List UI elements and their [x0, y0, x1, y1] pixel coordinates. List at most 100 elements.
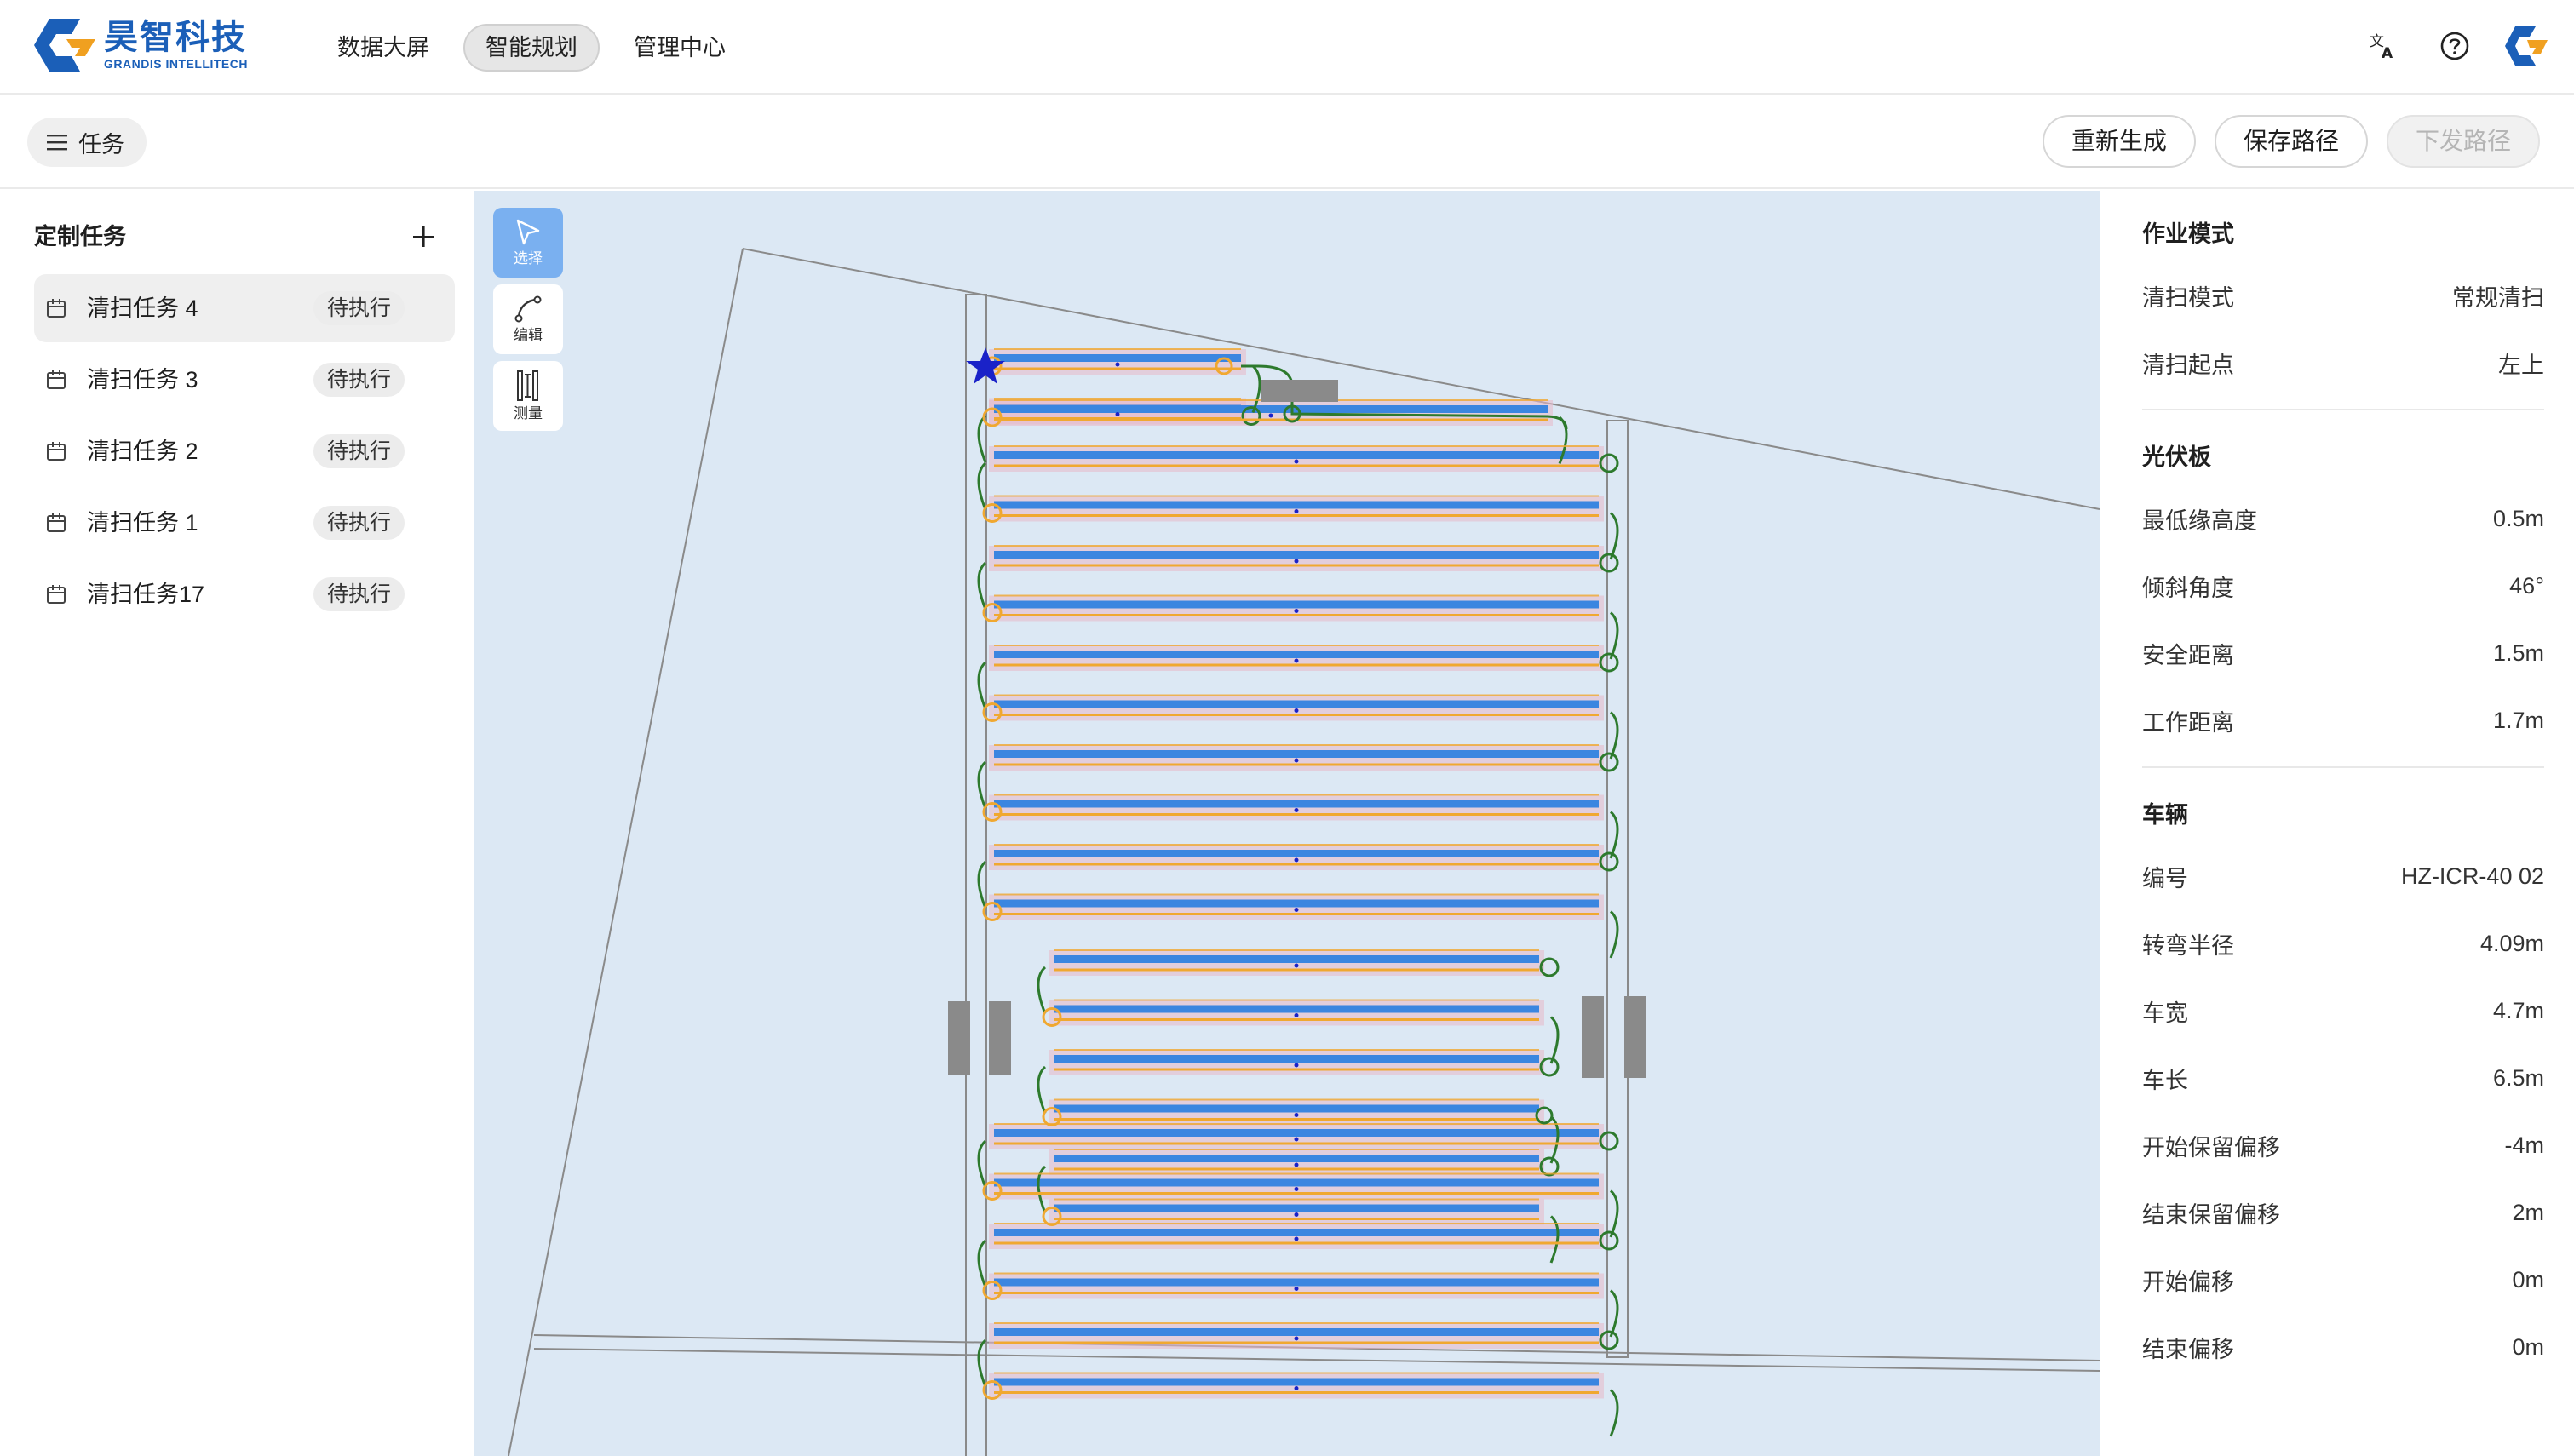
task-item[interactable]: 清扫任务17 待执行 [34, 560, 455, 628]
calendar-icon [47, 585, 66, 604]
cursor-icon [516, 219, 540, 245]
turn-arc [1609, 1189, 1619, 1238]
task-item[interactable]: 清扫任务 2 待执行 [34, 417, 455, 485]
task-item[interactable]: 清扫任务 4 待执行 [34, 274, 455, 342]
calendar-icon [47, 442, 66, 461]
pv-row [994, 551, 1599, 559]
task-status-badge: 待执行 [313, 363, 405, 397]
param-value: HZ-ICR-40 02 [2400, 863, 2544, 889]
task-status-badge: 待执行 [313, 434, 405, 468]
turn-arc [977, 760, 987, 810]
pv-row [994, 750, 1599, 758]
param-label: 清扫模式 [2142, 285, 2234, 311]
regenerate-button[interactable]: 重新生成 [2042, 115, 2196, 168]
param-value: 左上 [2498, 353, 2544, 378]
param-value: -4m [2504, 1132, 2545, 1158]
task-toggle-label: 任务 [78, 131, 124, 158]
row-center-marker [1294, 1236, 1299, 1241]
param-row: 车宽 4.7m [2142, 977, 2544, 1045]
pv-row [994, 1129, 1599, 1137]
tool-edit[interactable]: 编辑 [493, 284, 563, 354]
param-label: 倾斜角度 [2142, 576, 2234, 601]
save-path-button[interactable]: 保存路径 [2214, 115, 2368, 168]
turn-arc [1549, 1016, 1560, 1064]
pv-row [1054, 1204, 1539, 1212]
row-center-marker [1294, 857, 1299, 863]
task-status-badge: 待执行 [313, 291, 405, 325]
task-panel-toggle[interactable]: 任务 [27, 118, 147, 167]
row-center-marker [1294, 758, 1299, 763]
row-center-marker [1294, 1386, 1299, 1390]
pv-row [1054, 955, 1539, 963]
tool-measure[interactable]: 测量 [493, 361, 563, 431]
user-avatar[interactable] [2502, 22, 2550, 70]
row-center-marker [1294, 1187, 1299, 1191]
turn-arc [977, 561, 987, 610]
task-status-badge: 待执行 [313, 506, 405, 540]
logo-name-en: GRANDIS INTELLITECH [104, 57, 248, 71]
param-row: 清扫模式 常规清扫 [2142, 262, 2544, 330]
param-row: 清扫起点 左上 [2142, 330, 2544, 397]
action-bar: 任务 重新生成 保存路径 下发路径 [0, 95, 2574, 189]
row-center-marker [1294, 1212, 1299, 1217]
row-center-marker [1294, 1336, 1299, 1341]
task-name: 清扫任务 1 [87, 510, 198, 536]
task-item[interactable]: 清扫任务 1 待执行 [34, 489, 455, 557]
task-status-badge: 待执行 [313, 577, 405, 611]
row-center-marker [1294, 908, 1299, 912]
nav-management-center[interactable]: 管理中心 [613, 24, 746, 72]
help-icon[interactable] [2431, 22, 2479, 70]
nav-data-dashboard[interactable]: 数据大屏 [317, 24, 450, 72]
pv-row [994, 1178, 1599, 1187]
pv-row [994, 354, 1241, 362]
svg-text:A: A [2382, 45, 2393, 60]
pv-row [994, 600, 1599, 609]
obstacle-block [989, 1001, 1011, 1075]
divider [2142, 766, 2544, 768]
bezier-curve-icon [514, 295, 542, 323]
tool-edit-label: 编辑 [514, 327, 543, 343]
row-center-marker [1294, 808, 1299, 812]
map-canvas[interactable] [474, 191, 2100, 1456]
task-item[interactable]: 清扫任务 3 待执行 [34, 346, 455, 414]
turn-arc [977, 1338, 987, 1388]
pv-row [994, 1328, 1599, 1336]
obstacle-block [1261, 380, 1338, 402]
add-task-button[interactable] [406, 220, 440, 254]
param-value: 0m [2512, 1267, 2544, 1293]
section-title-vehicle: 车辆 [2142, 802, 2188, 828]
path-planning-map[interactable]: 选择 编辑 测量 [474, 191, 2100, 1456]
top-navigation-bar: 昊智科技 GRANDIS INTELLITECH 数据大屏 智能规划 管理中心 … [0, 0, 2574, 95]
tool-select[interactable]: 选择 [493, 208, 563, 278]
row-center-marker [1268, 413, 1273, 418]
param-row: 倾斜角度 46° [2142, 553, 2544, 620]
param-label: 安全距离 [2142, 643, 2234, 668]
translate-icon[interactable]: 文 A [2359, 22, 2407, 70]
turn-arc [1609, 611, 1619, 660]
dispatch-path-button[interactable]: 下发路径 [2386, 115, 2540, 168]
row-center-marker [1294, 509, 1299, 513]
task-name: 清扫任务 3 [87, 367, 198, 393]
turn-arc [1609, 711, 1619, 760]
pv-row [1054, 1104, 1539, 1113]
turn-arc [977, 461, 987, 511]
param-row: 工作距离 1.7m [2142, 687, 2544, 754]
row-center-marker [1294, 1113, 1299, 1117]
obstacle-block [948, 1001, 970, 1075]
pv-panel-rows [989, 349, 1604, 1399]
path-actions: 重新生成 保存路径 下发路径 [2042, 115, 2540, 168]
pv-row [994, 405, 1548, 413]
company-logo[interactable]: 昊智科技 GRANDIS INTELLITECH [32, 17, 262, 73]
ruler-icon [517, 370, 538, 401]
row-center-marker [1294, 559, 1299, 564]
menu-icon [47, 135, 67, 151]
top-right-icons: 文 A [2359, 22, 2550, 70]
param-label: 最低缘高度 [2142, 508, 2257, 534]
turn-arc [977, 1139, 987, 1189]
turn-arc [1609, 512, 1619, 560]
nav-smart-planning[interactable]: 智能规划 [463, 24, 600, 72]
row-center-marker [1294, 1287, 1299, 1291]
pv-row [1054, 1005, 1539, 1013]
task-name: 清扫任务17 [87, 582, 205, 607]
turn-arc [977, 661, 987, 710]
